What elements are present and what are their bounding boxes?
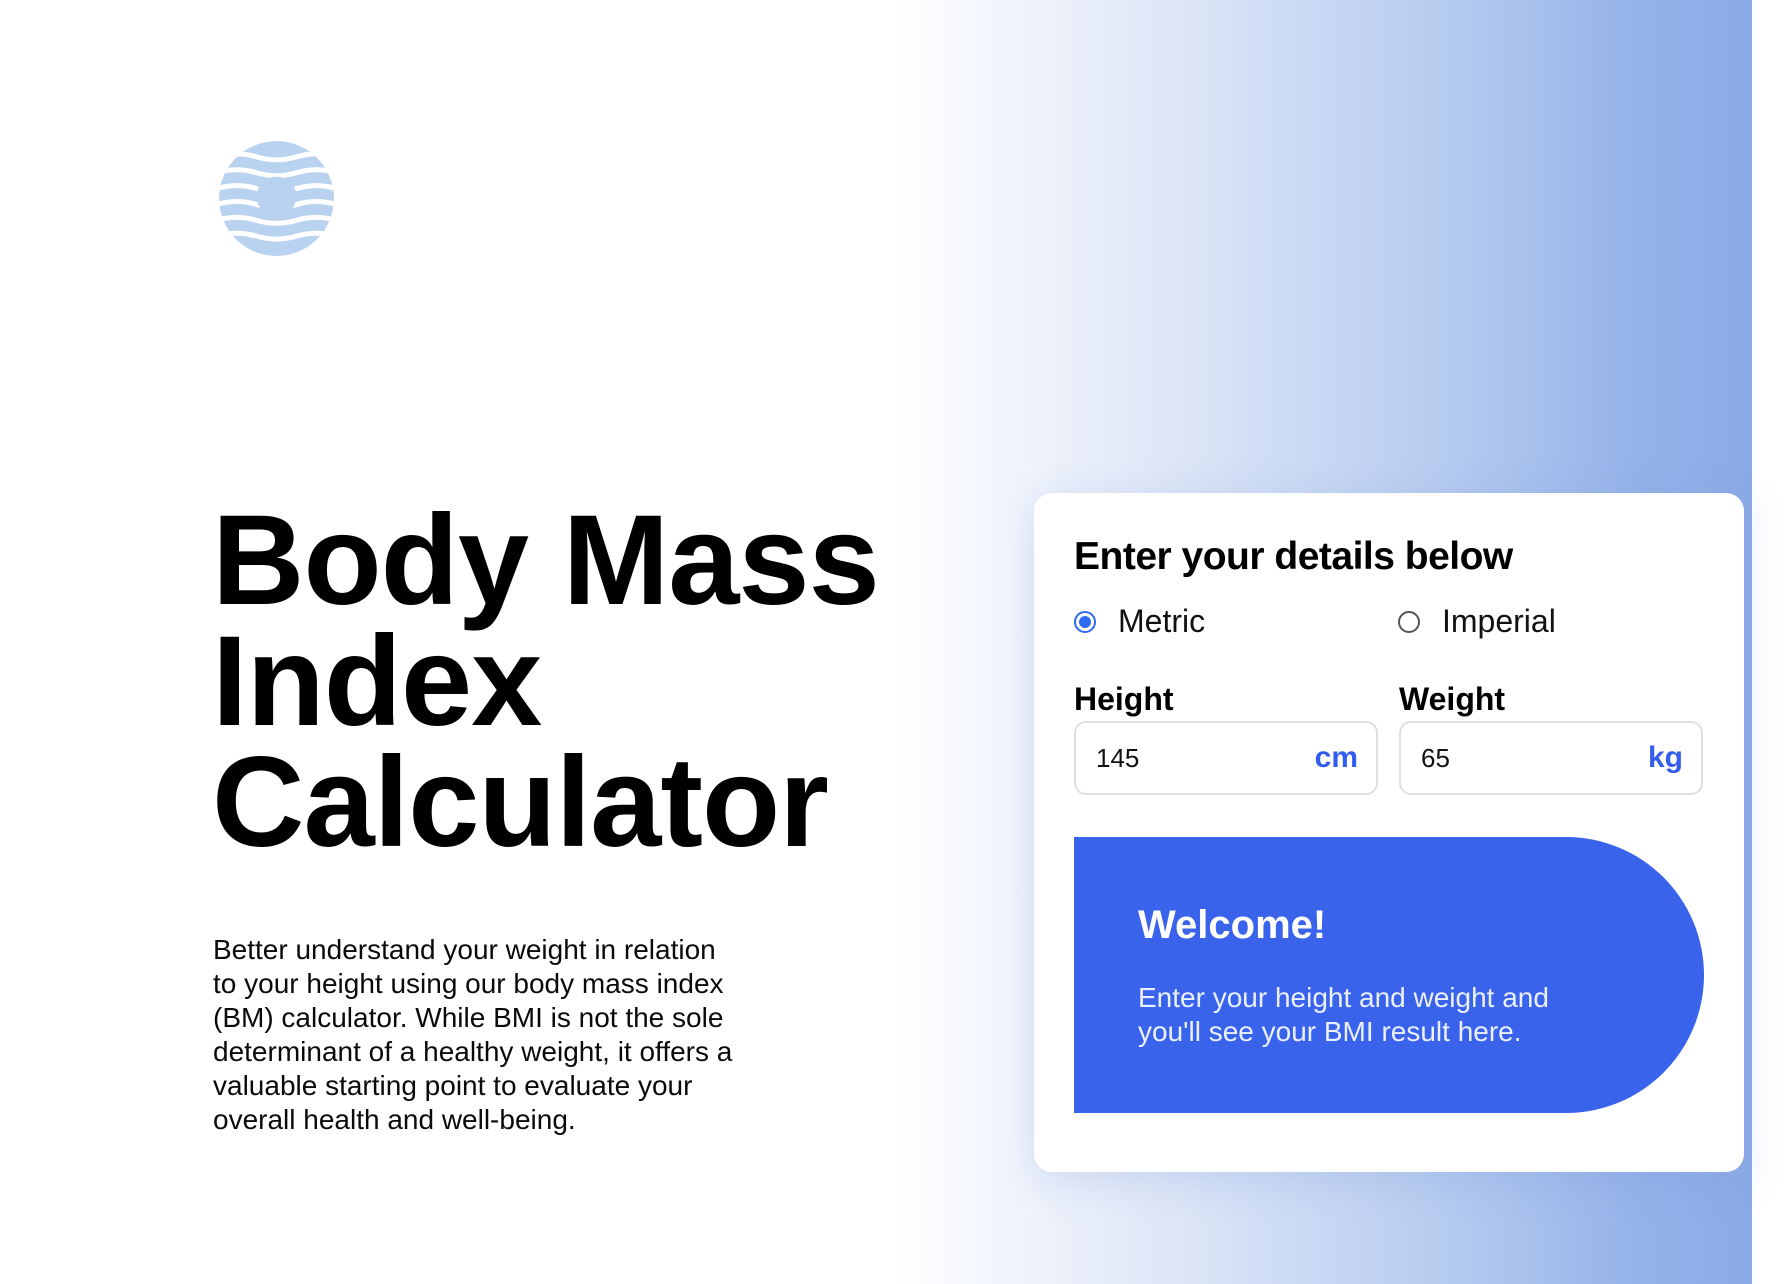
imperial-radio[interactable]: Imperial: [1398, 603, 1556, 640]
imperial-label: Imperial: [1442, 603, 1556, 639]
weight-input[interactable]: 65 kg: [1399, 721, 1703, 795]
weight-value[interactable]: 65: [1421, 743, 1450, 774]
metric-label: Metric: [1118, 603, 1206, 639]
radio-checked-icon[interactable]: [1074, 610, 1096, 633]
calculator-card: Enter your details below Metric Imperial…: [1034, 493, 1744, 1172]
weight-unit: kg: [1647, 741, 1683, 774]
height-label: Height: [1074, 681, 1174, 717]
result-message: Enter your height and weight and you'll …: [1138, 982, 1549, 1047]
bmi-logo-icon: [218, 140, 335, 257]
height-unit: cm: [1314, 741, 1358, 774]
height-value[interactable]: 145: [1096, 743, 1139, 774]
result-panel: Welcome! Enter your height and weight an…: [1074, 837, 1704, 1113]
radio-unchecked-icon[interactable]: [1398, 610, 1420, 633]
title-line: Index: [212, 610, 542, 753]
metric-radio[interactable]: Metric: [1074, 603, 1205, 640]
title-line: Calculator: [212, 731, 829, 874]
weight-label: Weight: [1399, 681, 1506, 717]
intro-text: Better understand your weight in relatio…: [213, 934, 733, 1135]
height-input[interactable]: 145 cm: [1074, 721, 1378, 795]
result-title: Welcome!: [1138, 903, 1327, 947]
page-title: Body Mass Index Calculator: [212, 489, 972, 874]
title-line: Body Mass: [212, 489, 880, 632]
calculator-title: Enter your details below: [1074, 535, 1513, 578]
page-edge: [1752, 0, 1784, 1284]
